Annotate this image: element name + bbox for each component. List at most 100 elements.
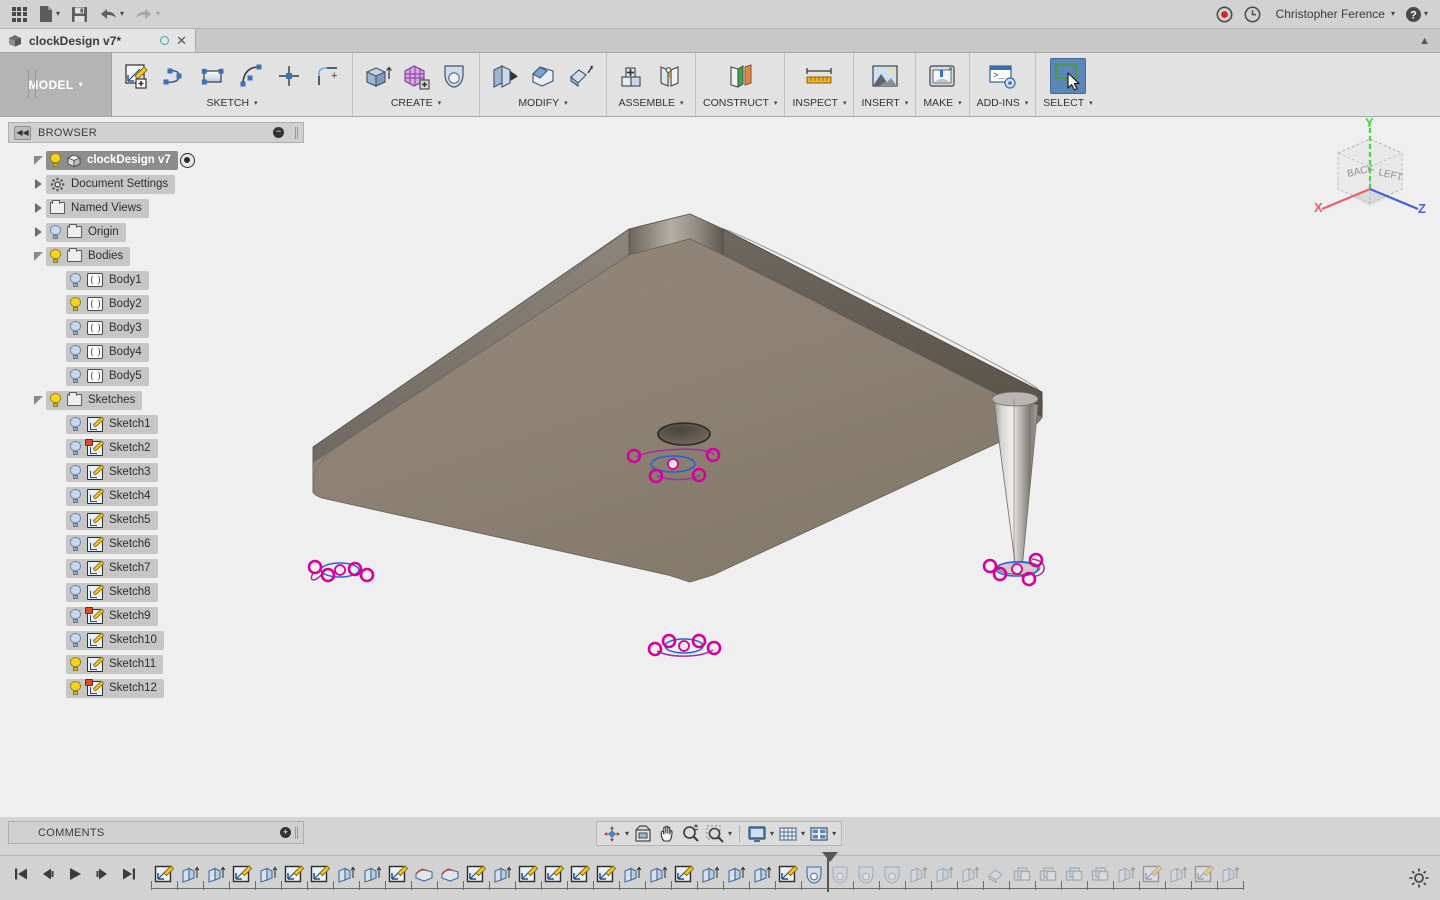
- offset-plane-icon[interactable]: [722, 58, 758, 94]
- tree-row-sketch6[interactable]: Sketch6: [8, 532, 304, 556]
- shell-icon[interactable]: [563, 58, 599, 94]
- measure-icon[interactable]: [801, 58, 837, 94]
- select-window-icon[interactable]: [1049, 58, 1086, 94]
- tree-row-origin[interactable]: Origin: [8, 220, 304, 244]
- tree-row-sketches[interactable]: Sketches: [8, 388, 304, 412]
- expander-right-icon[interactable]: [30, 227, 46, 237]
- ribbon-group-label-assemble[interactable]: ASSEMBLE ▾: [618, 97, 683, 109]
- orbit-tool[interactable]: ▾: [600, 823, 631, 844]
- chevron-down-icon[interactable]: ▾: [832, 829, 836, 838]
- visibility-bulb-icon[interactable]: [70, 513, 81, 527]
- chevron-down-icon[interactable]: ▾: [1391, 10, 1395, 18]
- chevron-down-icon[interactable]: ▾: [905, 100, 909, 107]
- chevron-down-icon[interactable]: ▾: [774, 100, 778, 107]
- viewports-button[interactable]: ▾: [807, 823, 838, 844]
- chevron-down-icon[interactable]: ▾: [254, 100, 258, 107]
- chevron-down-icon[interactable]: ▾: [438, 100, 442, 107]
- visibility-bulb-icon[interactable]: [50, 393, 61, 407]
- zoom-tool[interactable]: [679, 823, 703, 844]
- help-button[interactable]: ? ▾: [1401, 2, 1432, 26]
- job-status-clock-icon[interactable]: [1240, 2, 1266, 26]
- tree-row-sketch10[interactable]: Sketch10: [8, 628, 304, 652]
- new-component-icon[interactable]: [614, 58, 650, 94]
- display-settings-icon[interactable]: [179, 152, 195, 168]
- visibility-bulb-icon[interactable]: [70, 681, 81, 695]
- ribbon-group-label-create[interactable]: CREATE ▾: [391, 97, 441, 109]
- tree-row-sketch7[interactable]: Sketch7: [8, 556, 304, 580]
- panel-resize-grip[interactable]: [295, 126, 298, 139]
- create-sketch-icon[interactable]: [119, 58, 155, 94]
- joint-icon[interactable]: [652, 58, 688, 94]
- visibility-bulb-icon[interactable]: [70, 441, 81, 455]
- chevron-down-icon[interactable]: ▾: [120, 10, 124, 18]
- chevron-down-icon[interactable]: ▾: [1424, 10, 1428, 18]
- chevron-down-icon[interactable]: ▾: [156, 10, 160, 18]
- scripts-addins-icon[interactable]: >_: [984, 58, 1020, 94]
- step-back-button[interactable]: [35, 862, 60, 886]
- expander-down-icon[interactable]: [30, 155, 46, 165]
- tree-row-body1[interactable]: Body1: [8, 268, 304, 292]
- rectangle-icon[interactable]: [195, 58, 231, 94]
- visibility-bulb-icon[interactable]: [70, 369, 81, 383]
- ribbon-group-label-inspect[interactable]: INSPECT ▾: [792, 97, 846, 109]
- tree-row-bodies[interactable]: Bodies: [8, 244, 304, 268]
- tree-row-sketch1[interactable]: Sketch1: [8, 412, 304, 436]
- collapse-ribbon-chevron-icon[interactable]: ▲: [1419, 29, 1440, 52]
- visibility-bulb-icon[interactable]: [70, 345, 81, 359]
- visibility-bulb-icon[interactable]: [70, 609, 81, 623]
- tree-row-sketch5[interactable]: Sketch5: [8, 508, 304, 532]
- press-pull-icon[interactable]: [487, 58, 523, 94]
- plus-icon[interactable]: +: [280, 827, 291, 838]
- tree-row-body5[interactable]: Body5: [8, 364, 304, 388]
- visibility-bulb-icon[interactable]: [50, 249, 61, 263]
- timeline-playhead[interactable]: [822, 852, 838, 892]
- ribbon-group-label-make[interactable]: MAKE ▾: [923, 97, 961, 109]
- ribbon-group-label-sketch[interactable]: SKETCH ▾: [206, 97, 257, 109]
- chevron-down-icon[interactable]: ▾: [801, 829, 805, 838]
- chevron-down-icon[interactable]: ▾: [770, 829, 774, 838]
- expander-right-icon[interactable]: [30, 203, 46, 213]
- tree-row-document-settings[interactable]: Document Settings: [8, 172, 304, 196]
- look-at-tool[interactable]: [631, 823, 655, 844]
- chevron-down-icon[interactable]: ▾: [843, 100, 847, 107]
- chevron-down-icon[interactable]: ▾: [56, 10, 60, 18]
- ribbon-group-label-addins[interactable]: ADD-INS ▾: [977, 97, 1029, 109]
- tree-row-body4[interactable]: Body4: [8, 340, 304, 364]
- tree-row-sketch3[interactable]: Sketch3: [8, 460, 304, 484]
- expander-down-icon[interactable]: [30, 251, 46, 261]
- visibility-bulb-icon[interactable]: [70, 489, 81, 503]
- pan-tool[interactable]: [655, 823, 679, 844]
- visibility-bulb-icon[interactable]: [70, 585, 81, 599]
- visibility-bulb-icon[interactable]: [70, 537, 81, 551]
- redo-button[interactable]: ▾: [130, 2, 164, 26]
- chevron-down-icon[interactable]: ▾: [1025, 100, 1029, 107]
- tree-row-sketch12[interactable]: Sketch12: [8, 676, 304, 700]
- line-icon[interactable]: [157, 58, 193, 94]
- extrude-icon[interactable]: [360, 58, 396, 94]
- workspace-selector[interactable]: MODEL ▾: [0, 53, 112, 116]
- save-button[interactable]: [66, 2, 92, 26]
- chevron-down-icon[interactable]: ▾: [728, 829, 732, 838]
- insert-image-icon[interactable]: [867, 58, 903, 94]
- visibility-bulb-icon[interactable]: [50, 225, 61, 239]
- tree-row-named-views[interactable]: Named Views: [8, 196, 304, 220]
- minus-icon[interactable]: −: [273, 127, 284, 138]
- visibility-bulb-icon[interactable]: [70, 561, 81, 575]
- visibility-bulb-icon[interactable]: [70, 465, 81, 479]
- visibility-bulb-icon[interactable]: [70, 657, 81, 671]
- ribbon-group-label-construct[interactable]: CONSTRUCT ▾: [703, 97, 777, 109]
- chevron-down-icon[interactable]: ▾: [680, 100, 684, 107]
- visibility-bulb-icon[interactable]: [70, 321, 81, 335]
- mesh-create-icon[interactable]: [398, 58, 434, 94]
- user-account-button[interactable]: Christopher Ference ▾: [1268, 2, 1399, 26]
- document-tab[interactable]: clockDesign v7* ✕: [0, 29, 196, 52]
- tree-row-sketch4[interactable]: Sketch4: [8, 484, 304, 508]
- timeline-track[interactable]: [151, 852, 1244, 892]
- sketch-fillet-icon[interactable]: +: [309, 58, 345, 94]
- ribbon-group-label-insert[interactable]: INSERT ▾: [861, 97, 908, 109]
- chevron-down-icon[interactable]: ▾: [958, 100, 962, 107]
- zoom-window-tool[interactable]: ▾: [703, 823, 734, 844]
- chevron-down-icon[interactable]: ▾: [79, 80, 83, 89]
- close-icon[interactable]: ✕: [176, 34, 187, 47]
- play-button[interactable]: [62, 862, 87, 886]
